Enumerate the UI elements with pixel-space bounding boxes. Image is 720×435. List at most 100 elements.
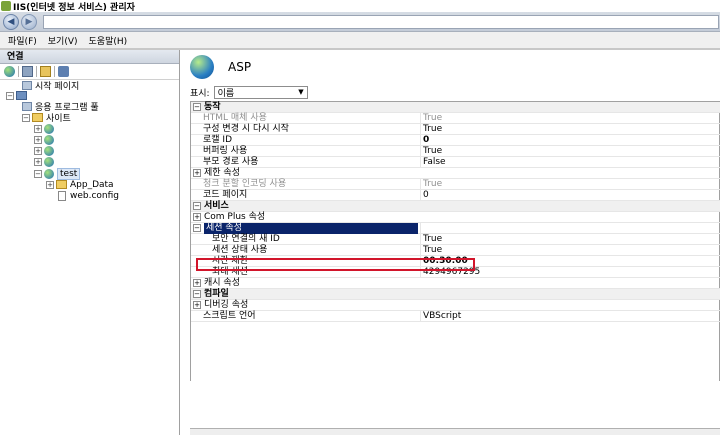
- property-row[interactable]: 청크 분할 인코딩 사용 True: [191, 179, 720, 190]
- group-name: 세션 속성: [204, 223, 418, 234]
- property-category[interactable]: − 동작: [191, 102, 720, 113]
- chevron-down-icon: ▼: [298, 88, 304, 96]
- expand-icon[interactable]: +: [34, 146, 42, 155]
- tree-site[interactable]: +: [34, 156, 57, 167]
- tree-label-selected: test: [57, 167, 81, 180]
- property-row[interactable]: 세션 상태 사용 True: [191, 245, 720, 256]
- tree-site[interactable]: +: [34, 134, 57, 145]
- property-value[interactable]: True: [420, 124, 720, 135]
- collapse-icon[interactable]: −: [34, 169, 42, 178]
- page-title: ASP: [228, 60, 252, 74]
- expand-icon[interactable]: +: [193, 279, 201, 287]
- tree-server[interactable]: −: [6, 90, 29, 101]
- globe-icon: [44, 156, 54, 167]
- bottom-scrollbar[interactable]: [190, 428, 720, 435]
- group-name: 디버깅 속성: [204, 300, 249, 310]
- collapse-icon[interactable]: −: [6, 91, 14, 100]
- tree-label: web.config: [70, 190, 120, 201]
- property-category[interactable]: − 서비스: [191, 201, 720, 212]
- category-name: 서비스: [204, 201, 229, 211]
- collapse-icon[interactable]: −: [193, 103, 201, 111]
- file-icon: [58, 190, 66, 201]
- tree-sites[interactable]: − 사이트: [22, 112, 71, 124]
- globe-icon: [44, 145, 54, 156]
- up-folder-icon[interactable]: [40, 66, 51, 77]
- property-row[interactable]: HTML 매체 사용 True: [191, 113, 720, 124]
- property-value[interactable]: True: [420, 146, 720, 157]
- menu-help[interactable]: 도움말(H): [89, 34, 128, 47]
- timeout-highlight-box: [196, 258, 475, 271]
- connections-pane: 연결 시작 페이지 − 응용 프로그램 풀 − 사이트 + + + + − te…: [0, 50, 180, 435]
- group-name: Com Plus 속성: [204, 212, 266, 222]
- tree-app-data[interactable]: + App_Data: [46, 179, 114, 190]
- property-row[interactable]: 보안 연결의 새 ID True: [191, 234, 720, 245]
- expand-icon[interactable]: +: [46, 180, 54, 189]
- connections-toolbar: [0, 64, 179, 80]
- property-row[interactable]: 구성 변경 시 다시 시작 True: [191, 124, 720, 135]
- property-value[interactable]: VBScript: [420, 311, 720, 322]
- start-page-icon: [22, 81, 32, 90]
- expand-icon[interactable]: +: [193, 301, 201, 309]
- tree-start-page[interactable]: 시작 페이지: [22, 80, 80, 92]
- group-name: 캐시 속성: [204, 278, 240, 288]
- connections-header: 연결: [0, 50, 179, 64]
- save-icon[interactable]: [22, 66, 33, 77]
- property-group[interactable]: + 제한 속성: [191, 168, 720, 179]
- property-name: 버퍼링 사용: [203, 146, 248, 156]
- toolbar-separator: [36, 66, 37, 77]
- globe-icon: [44, 123, 54, 134]
- address-bar[interactable]: [43, 14, 719, 29]
- display-select[interactable]: 이름 ▼: [213, 85, 308, 99]
- tree-site[interactable]: +: [34, 145, 57, 156]
- folder-icon: [32, 113, 43, 122]
- property-value[interactable]: True: [420, 113, 720, 124]
- toolbar-separator: [18, 66, 19, 77]
- window-title: IIS(인터넷 정보 서비스) 관리자: [13, 2, 135, 13]
- property-row[interactable]: 부모 경로 사용 False: [191, 157, 720, 168]
- property-group[interactable]: + Com Plus 속성: [191, 212, 720, 223]
- property-name: 로캘 ID: [203, 135, 233, 145]
- connect-globe-icon[interactable]: [4, 66, 15, 77]
- expand-icon[interactable]: +: [34, 157, 42, 166]
- property-value: [420, 223, 720, 234]
- property-category[interactable]: − 컴파일: [191, 289, 720, 300]
- collapse-icon[interactable]: −: [193, 224, 201, 232]
- menu-view[interactable]: 보기(V): [48, 34, 78, 47]
- property-value[interactable]: True: [420, 179, 720, 190]
- tree-site-test[interactable]: − test: [34, 167, 81, 180]
- property-group[interactable]: + 디버깅 속성: [191, 300, 720, 311]
- category-name: 컴파일: [204, 289, 229, 299]
- property-name: HTML 매체 사용: [203, 113, 267, 123]
- tree-web-config[interactable]: web.config: [58, 190, 119, 201]
- expand-icon[interactable]: +: [34, 124, 42, 133]
- property-value[interactable]: 0: [420, 135, 720, 146]
- tree-label: 시작 페이지: [35, 82, 80, 92]
- expand-icon[interactable]: +: [34, 135, 42, 144]
- property-row[interactable]: 코드 페이지 0: [191, 190, 720, 201]
- forward-button[interactable]: ▶: [21, 13, 37, 30]
- property-row[interactable]: 버퍼링 사용 True: [191, 146, 720, 157]
- expand-icon[interactable]: +: [193, 169, 201, 177]
- back-button[interactable]: ◀: [3, 13, 19, 30]
- property-name: 청크 분할 인코딩 사용: [203, 179, 287, 189]
- feature-header: ASP: [182, 50, 720, 84]
- property-value[interactable]: True: [420, 245, 720, 256]
- property-name: 세션 상태 사용: [212, 245, 268, 255]
- network-icon[interactable]: [58, 66, 69, 77]
- collapse-icon[interactable]: −: [22, 113, 30, 122]
- menu-file[interactable]: 파일(F): [8, 34, 37, 47]
- collapse-icon[interactable]: −: [193, 202, 201, 210]
- property-row[interactable]: 로캘 ID 0: [191, 135, 720, 146]
- category-name: 동작: [204, 102, 221, 112]
- property-group-selected[interactable]: − 세션 속성: [191, 223, 720, 234]
- expand-icon[interactable]: +: [193, 213, 201, 221]
- property-group[interactable]: + 캐시 속성: [191, 278, 720, 289]
- property-row[interactable]: 스크립트 언어 VBScript: [191, 311, 720, 322]
- collapse-icon[interactable]: −: [193, 290, 201, 298]
- property-value[interactable]: 0: [420, 190, 720, 201]
- property-name: 부모 경로 사용: [203, 157, 259, 167]
- property-value[interactable]: True: [420, 234, 720, 245]
- folder-icon: [56, 180, 67, 189]
- property-value[interactable]: False: [420, 157, 720, 168]
- tree-site[interactable]: +: [34, 123, 57, 134]
